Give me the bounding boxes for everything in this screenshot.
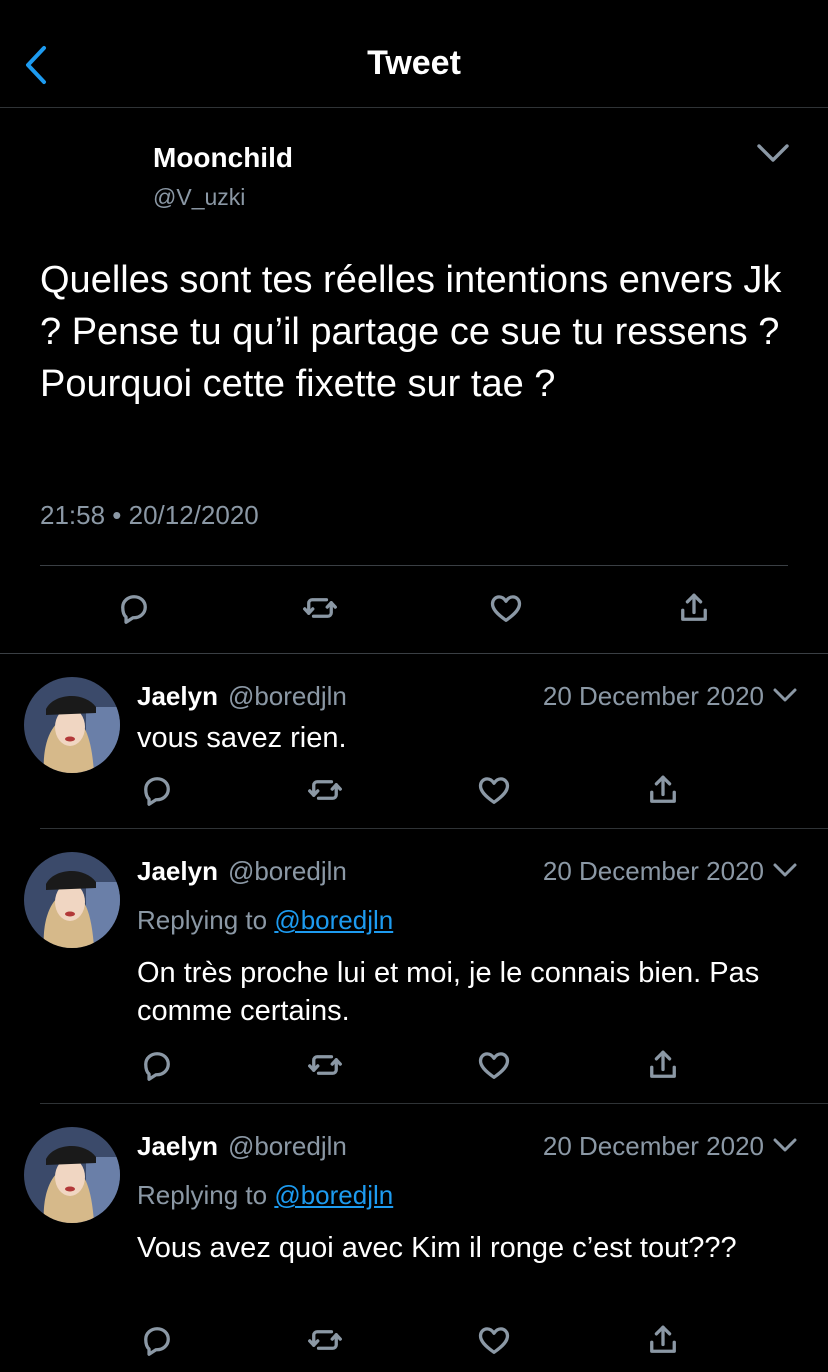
reply-button[interactable] — [139, 1047, 175, 1083]
replying-to: Replying to @boredjln — [137, 905, 393, 936]
share-button[interactable] — [645, 1047, 681, 1083]
like-button[interactable] — [476, 1047, 512, 1083]
author-handle[interactable]: @boredjln — [228, 681, 347, 711]
retweet-button[interactable] — [302, 590, 338, 626]
reply-options-button[interactable] — [772, 686, 798, 706]
divider — [40, 565, 788, 566]
retweet-icon — [307, 1047, 343, 1083]
chevron-down-icon — [773, 688, 797, 702]
avatar[interactable] — [24, 677, 120, 773]
divider — [40, 828, 828, 829]
author-handle[interactable]: @boredjln — [228, 856, 347, 886]
replying-to: Replying to @boredjln — [137, 1180, 393, 1211]
like-button[interactable] — [476, 1322, 512, 1358]
reply-date: 20 December 2020 — [542, 681, 764, 711]
reply-date: 20 December 2020 — [542, 856, 764, 886]
avatar-image — [24, 852, 120, 948]
chevron-down-icon — [757, 144, 789, 162]
reply-button[interactable] — [116, 590, 152, 626]
chevron-down-icon — [773, 863, 797, 877]
author-name[interactable]: Jaelyn — [137, 856, 218, 886]
share-icon — [645, 772, 681, 808]
page-title: Tweet — [367, 44, 461, 82]
replying-to-label: Replying to — [137, 1180, 268, 1210]
heart-icon — [476, 1322, 512, 1358]
author-handle[interactable]: @boredjln — [228, 1131, 347, 1161]
tweet-timestamp[interactable]: 21:58 • 20/12/2020 — [40, 500, 259, 531]
reply-text: On très proche lui et moi, je le connais… — [137, 957, 760, 1027]
share-button[interactable] — [676, 590, 712, 626]
divider — [40, 1103, 828, 1104]
heart-icon — [476, 1047, 512, 1083]
author-name[interactable]: Jaelyn — [137, 1131, 218, 1161]
comment-icon — [139, 772, 175, 808]
chevron-down-icon — [773, 1138, 797, 1152]
retweet-icon — [307, 1322, 343, 1358]
reply-options-button[interactable] — [772, 861, 798, 881]
heart-icon — [488, 590, 524, 626]
comment-icon — [139, 1047, 175, 1083]
reply-author[interactable]: Jaelyn @boredjln — [137, 856, 347, 887]
share-icon — [645, 1047, 681, 1083]
replying-to-label: Replying to — [137, 905, 268, 935]
reply-text: vous savez rien. — [137, 722, 347, 754]
like-button[interactable] — [476, 772, 512, 808]
comment-icon — [139, 1322, 175, 1358]
author-handle[interactable]: @V_uzki — [153, 184, 245, 211]
reply-button[interactable] — [139, 1322, 175, 1358]
replying-to-link[interactable]: @boredjln — [274, 905, 393, 935]
avatar[interactable] — [24, 1127, 120, 1223]
reply-button[interactable] — [139, 772, 175, 808]
reply-author[interactable]: Jaelyn @boredjln — [137, 1131, 347, 1162]
avatar-image — [24, 677, 120, 773]
reply-author[interactable]: Jaelyn @boredjln — [137, 681, 347, 712]
like-button[interactable] — [488, 590, 524, 626]
author-name[interactable]: Jaelyn — [137, 681, 218, 711]
retweet-icon — [302, 590, 338, 626]
retweet-button[interactable] — [307, 1047, 343, 1083]
retweet-button[interactable] — [307, 1322, 343, 1358]
reply-options-button[interactable] — [772, 1136, 798, 1156]
author-name[interactable]: Moonchild — [153, 142, 293, 174]
avatar-image — [24, 1127, 120, 1223]
reply-text: Vous avez quoi avec Kim il ronge c’est t… — [137, 1232, 737, 1264]
divider — [0, 653, 828, 654]
reply-date: 20 December 2020 — [542, 1131, 764, 1161]
share-icon — [676, 590, 712, 626]
retweet-icon — [307, 772, 343, 808]
tweet-text: Quelles sont tes réelles intentions enve… — [40, 259, 782, 405]
retweet-button[interactable] — [307, 772, 343, 808]
comment-icon — [116, 590, 152, 626]
share-button[interactable] — [645, 772, 681, 808]
tweet-options-button[interactable] — [756, 140, 790, 166]
avatar[interactable] — [24, 852, 120, 948]
share-button[interactable] — [645, 1322, 681, 1358]
replying-to-link[interactable]: @boredjln — [274, 1180, 393, 1210]
heart-icon — [476, 772, 512, 808]
share-icon — [645, 1322, 681, 1358]
